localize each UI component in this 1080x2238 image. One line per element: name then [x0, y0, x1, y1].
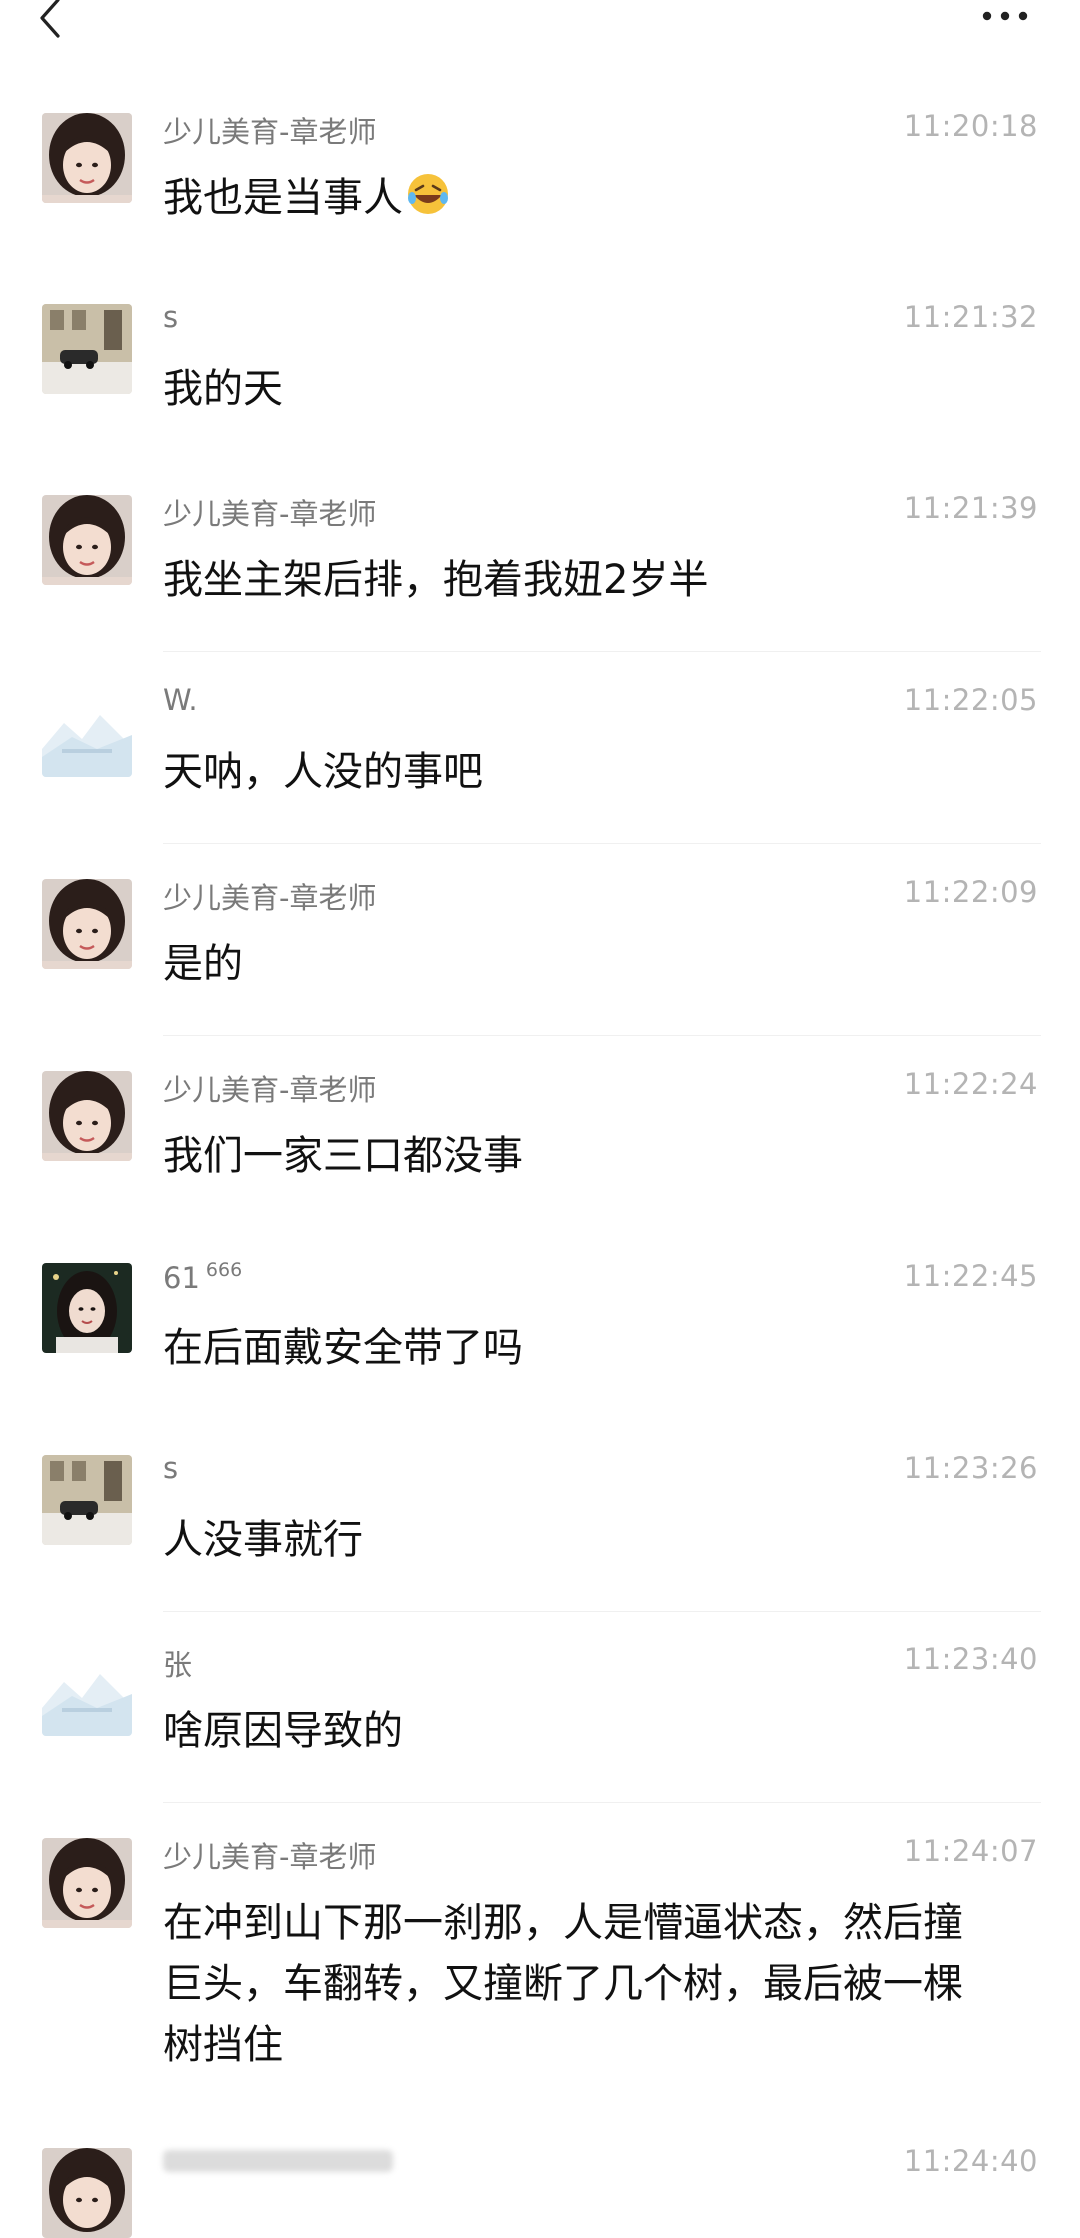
message-time: 11:24:40 [903, 2144, 1038, 2178]
message-text: 人没事就行 [163, 1517, 363, 1563]
back-button[interactable] [28, 0, 78, 48]
sender-name[interactable]: 张 [163, 1642, 192, 1684]
message-text: 天呐，人没的事吧 [163, 749, 483, 795]
avatar[interactable] [42, 304, 132, 394]
divider [163, 651, 1041, 652]
message-text: 我坐主架后排，抱着我妞2岁半 [163, 557, 709, 603]
sender-name[interactable]: 少儿美育-章老师 [163, 875, 376, 917]
teacher-photo-avatar [42, 495, 132, 585]
message-time: 11:23:26 [903, 1451, 1038, 1485]
sender-name[interactable]: W. [163, 683, 198, 717]
teacher-photo-avatar [42, 1071, 132, 1161]
blurred-name-placeholder [163, 2150, 393, 2172]
message-text: 我也是当事人 [163, 168, 1041, 229]
street-car-photo-avatar [42, 1455, 132, 1545]
chevron-left-icon [40, 0, 60, 38]
avatar[interactable] [42, 879, 132, 969]
message-text-line: 树挡住 [163, 2022, 283, 2068]
mountain-illustration-avatar [42, 687, 132, 777]
message-time: 11:24:07 [903, 1834, 1038, 1868]
message-text-line: 巨头，车翻转，又撞断了几个树，最后被一棵 [163, 1961, 963, 2007]
sender-name[interactable]: 61 666 [163, 1259, 242, 1295]
top-bar [0, 0, 1080, 60]
message-time: 11:22:45 [903, 1259, 1038, 1293]
avatar[interactable] [42, 1263, 132, 1353]
message-text: 在冲到山下那一刹那，人是懵逼状态，然后撞 巨头，车翻转，又撞断了几个树，最后被一… [163, 1893, 1041, 2076]
sender-name[interactable]: 少儿美育-章老师 [163, 1834, 376, 1876]
divider [163, 1611, 1041, 1612]
avatar[interactable] [42, 1455, 132, 1545]
avatar[interactable] [42, 495, 132, 585]
teacher-photo-avatar [42, 1838, 132, 1928]
sender-name-superscript: 666 [205, 1259, 243, 1281]
sender-name[interactable]: s [163, 1451, 178, 1485]
message-time: 11:22:09 [903, 875, 1038, 909]
message-text: 在后面戴安全带了吗 [163, 1325, 523, 1371]
divider [163, 843, 1041, 844]
divider [163, 1802, 1041, 1803]
sender-name[interactable] [163, 2144, 393, 2183]
message-text-line: 在冲到山下那一刹那，人是懵逼状态，然后撞 [163, 1900, 963, 1946]
message-text: 啥原因导致的 [163, 1708, 403, 1754]
message-time: 11:21:32 [903, 300, 1038, 334]
avatar[interactable] [42, 1071, 132, 1161]
sender-name[interactable]: 少儿美育-章老师 [163, 491, 376, 533]
sender-name[interactable]: s [163, 300, 178, 334]
message-text: 我的天 [163, 366, 283, 412]
message-time: 11:20:18 [903, 109, 1038, 143]
divider [163, 1035, 1041, 1036]
mountain-illustration-avatar [42, 1646, 132, 1736]
message-text: 是的 [163, 941, 243, 987]
avatar[interactable] [42, 1646, 132, 1736]
message-time: 11:21:39 [903, 491, 1038, 525]
message-time: 11:22:05 [903, 683, 1038, 717]
avatar[interactable] [42, 2148, 132, 2238]
laughing-crying-emoji-icon [405, 171, 451, 217]
message-time: 11:23:40 [903, 1642, 1038, 1676]
avatar[interactable] [42, 1838, 132, 1928]
sender-name[interactable]: 少儿美育-章老师 [163, 1067, 376, 1109]
sender-name[interactable]: 少儿美育-章老师 [163, 109, 376, 151]
woman-portrait-dark-avatar [42, 1263, 132, 1353]
teacher-photo-avatar [42, 879, 132, 969]
sender-name-text: 61 [163, 1261, 200, 1295]
more-horizontal-icon [982, 11, 1028, 21]
message-time: 11:22:24 [903, 1067, 1038, 1101]
message-text-content: 我也是当事人 [163, 175, 403, 221]
avatar[interactable] [42, 687, 132, 777]
street-car-photo-avatar [42, 304, 132, 394]
message-text: 我们一家三口都没事 [163, 1133, 523, 1179]
more-button[interactable] [970, 0, 1040, 40]
avatar[interactable] [42, 113, 132, 203]
teacher-photo-avatar [42, 113, 132, 203]
teacher-photo-avatar [42, 2148, 132, 2238]
